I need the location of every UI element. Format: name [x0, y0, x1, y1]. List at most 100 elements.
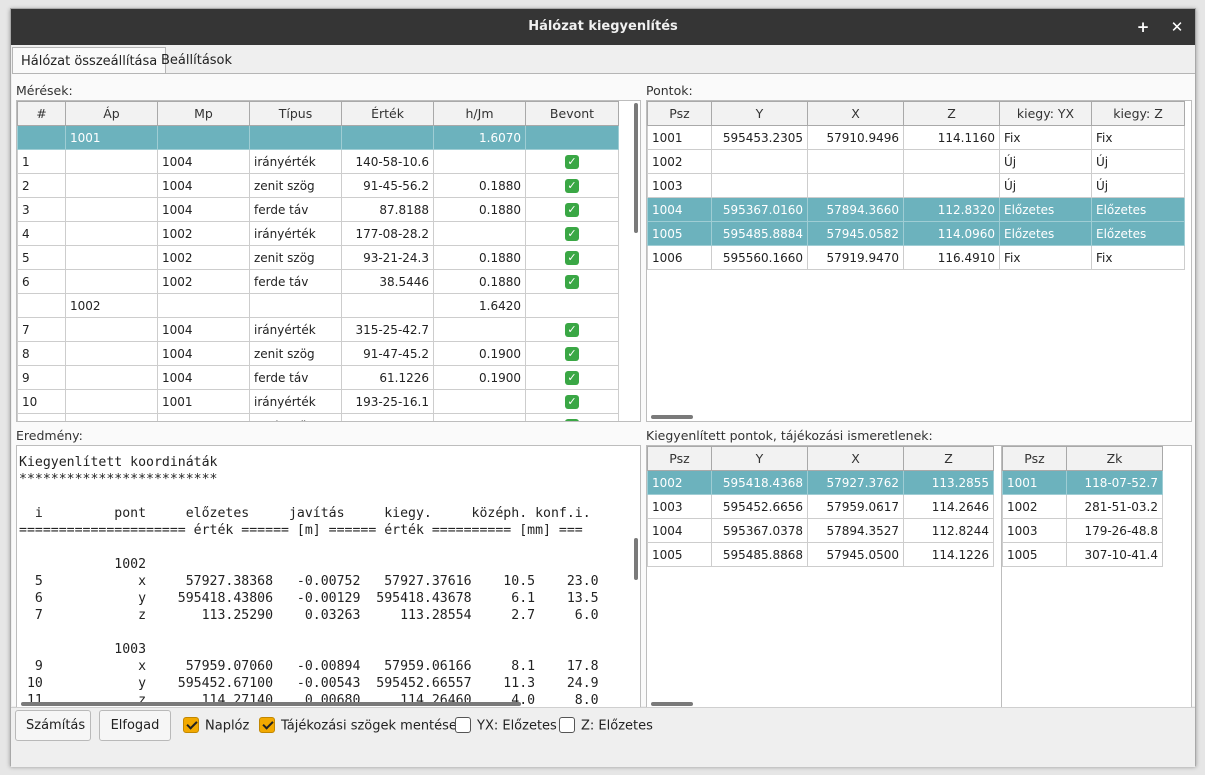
table-cell[interactable]: ✓ [525, 389, 619, 414]
table-cell[interactable]: Új [1091, 173, 1185, 198]
table-cell[interactable]: 3 [17, 197, 66, 222]
included-check-icon[interactable]: ✓ [565, 323, 579, 337]
table-cell[interactable]: Fix [999, 245, 1092, 270]
table-cell[interactable] [433, 389, 526, 414]
pts-header-0[interactable]: Psz [647, 101, 712, 126]
table-cell[interactable]: ferde táv [249, 197, 342, 222]
table-cell[interactable]: 281-51-03.2 [1066, 494, 1163, 519]
table-cell[interactable]: 1005 [647, 542, 712, 567]
table-cell[interactable] [249, 125, 342, 150]
z-prelim-checkbox[interactable]: Z: Előzetes [559, 717, 653, 736]
included-check-icon[interactable]: ✓ [565, 395, 579, 409]
table-cell[interactable]: irányérték [249, 389, 342, 414]
table-cell[interactable] [525, 125, 619, 150]
table-row[interactable]: 10 1001 irányérték 193-25-16.1 ✓ [17, 389, 619, 414]
table-cell[interactable]: zenit szög [249, 245, 342, 270]
table-row[interactable]: 6 1002 ferde táv 38.5446 0.1880 ✓ [17, 269, 619, 294]
table-cell[interactable]: 1003 [647, 173, 712, 198]
points-table[interactable]: Psz Y X Zkiegy: YX kiegy: Z 1001 595453.2305 5… [647, 101, 1185, 270]
table-cell[interactable]: 114.2646 [903, 494, 994, 519]
table-cell[interactable]: 1003 [647, 494, 712, 519]
table-cell[interactable]: 1 [17, 149, 66, 174]
table-cell[interactable]: 595485.8868 [711, 542, 808, 567]
table-cell[interactable]: 0.1880 [433, 245, 526, 270]
table-cell[interactable]: 140-58-10.6 [341, 149, 434, 174]
tab-network-setup[interactable]: Hálózat összeállítása [12, 47, 167, 74]
table-cell[interactable]: 0.1880 [433, 197, 526, 222]
table-cell[interactable]: ✓ [525, 245, 619, 270]
table-cell[interactable]: 114.1160 [903, 125, 1000, 150]
table-cell[interactable]: 10 [17, 389, 66, 414]
table-cell[interactable] [711, 173, 808, 198]
adjusted-horizontal-scrollbar[interactable] [651, 702, 693, 706]
included-check-icon[interactable]: ✓ [565, 155, 579, 169]
table-cell[interactable]: 1002 [157, 269, 250, 294]
table-cell[interactable]: 1004 [647, 518, 712, 543]
ori-header-0[interactable]: Psz [1002, 446, 1067, 471]
table-cell[interactable]: ferde táv [249, 365, 342, 390]
table-cell[interactable]: 595418.4368 [711, 470, 808, 495]
save-orientation-checkbox[interactable]: Tájékozási szögek mentése [259, 717, 457, 736]
table-cell[interactable]: Előzetes [1091, 197, 1185, 222]
table-cell[interactable]: ✓ [525, 413, 619, 421]
table-cell[interactable]: 1004 [157, 341, 250, 366]
table-cell[interactable]: zenit szög [249, 413, 342, 421]
table-cell[interactable] [65, 269, 158, 294]
table-row[interactable]: 1005 595485.8884 57945.0582 114.0960 Előzete… [647, 221, 1185, 246]
meas-header-0[interactable]: # [17, 101, 66, 126]
table-cell[interactable]: 7 [17, 317, 66, 342]
yx-prelim-checkbox[interactable]: YX: Előzetes [455, 717, 557, 736]
table-row[interactable]: 1002 281-51-03.2 [1002, 494, 1163, 519]
table-cell[interactable]: 595453.2305 [711, 125, 808, 150]
table-cell[interactable]: Fix [1091, 245, 1185, 270]
table-cell[interactable]: ferde táv [249, 269, 342, 294]
table-cell[interactable] [65, 245, 158, 270]
table-cell[interactable]: Új [999, 149, 1092, 174]
table-cell[interactable]: 1004 [157, 317, 250, 342]
table-cell[interactable]: 87.8188 [341, 197, 434, 222]
table-cell[interactable]: Előzetes [999, 221, 1092, 246]
table-cell[interactable]: 1004 [157, 197, 250, 222]
table-row[interactable]: 1001 1.6070 [17, 125, 619, 150]
calculate-button[interactable]: Számítás [15, 710, 91, 741]
table-cell[interactable]: 11 [17, 413, 66, 421]
table-cell[interactable]: 90-56-16.3 [341, 413, 434, 421]
result-text-panel[interactable]: Kiegyenlített koordináták ***************… [16, 445, 641, 709]
table-cell[interactable]: 193-25-16.1 [341, 389, 434, 414]
pts-header-1[interactable]: Y [711, 101, 808, 126]
table-cell[interactable]: ✓ [525, 341, 619, 366]
table-cell[interactable]: 57959.0617 [807, 494, 904, 519]
table-cell[interactable]: 2 [17, 173, 66, 198]
included-check-icon[interactable]: ✓ [565, 419, 579, 421]
table-cell[interactable]: 93-21-24.3 [341, 245, 434, 270]
meas-header-3[interactable]: Típus [249, 101, 342, 126]
table-cell[interactable]: 595367.0378 [711, 518, 808, 543]
table-row[interactable]: 4 1002 irányérték 177-08-28.2 ✓ [17, 221, 619, 246]
table-cell[interactable]: 1002 [157, 245, 250, 270]
table-cell[interactable]: Előzetes [1091, 221, 1185, 246]
points-horizontal-scrollbar[interactable] [651, 415, 693, 419]
table-cell[interactable]: 1001 [647, 125, 712, 150]
table-cell[interactable]: 57927.3762 [807, 470, 904, 495]
table-cell[interactable] [65, 317, 158, 342]
ori-header-1[interactable]: Zk [1066, 446, 1163, 471]
adj-header-0[interactable]: Psz [647, 446, 712, 471]
table-cell[interactable]: 113.2855 [903, 470, 994, 495]
table-cell[interactable] [65, 149, 158, 174]
close-icon[interactable]: ✕ [1167, 17, 1187, 37]
table-cell[interactable]: 1003 [1002, 518, 1067, 543]
meas-header-2[interactable]: Mp [157, 101, 250, 126]
table-row[interactable]: 11 1001zenit szög90-56-16.30.1900 ✓ [17, 413, 619, 421]
table-cell[interactable]: 1004 [157, 149, 250, 174]
table-cell[interactable]: 116.4910 [903, 245, 1000, 270]
table-row[interactable]: 1002 1.6420 [17, 293, 619, 318]
table-cell[interactable] [157, 293, 250, 318]
tab-settings[interactable]: Beállítások [153, 47, 240, 74]
table-cell[interactable]: 315-25-42.7 [341, 317, 434, 342]
table-cell[interactable] [341, 125, 434, 150]
table-cell[interactable]: 179-26-48.8 [1066, 518, 1163, 543]
meas-header-4[interactable]: Érték [341, 101, 434, 126]
table-cell[interactable]: 1001 [1002, 470, 1067, 495]
table-cell[interactable] [433, 317, 526, 342]
pts-header-4[interactable]: kiegy: YX [999, 101, 1092, 126]
